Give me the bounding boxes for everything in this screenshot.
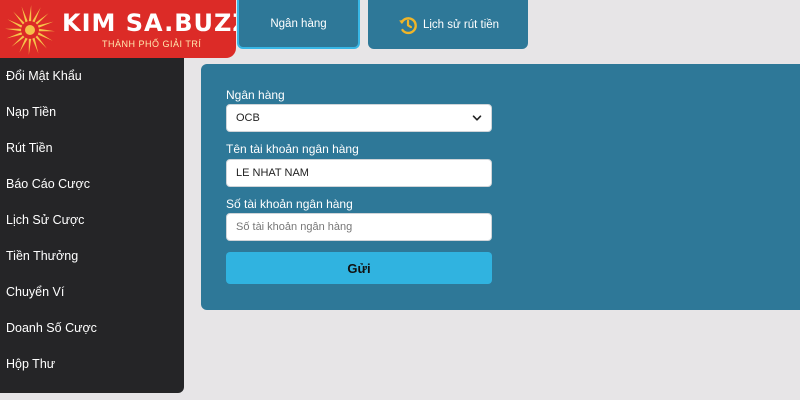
account-name-label: Tên tài khoản ngân hàng	[226, 142, 359, 156]
sidebar-item-change-password[interactable]: Đổi Mật Khẩu	[0, 58, 184, 94]
tab-withdraw-history[interactable]: Lịch sử rút tiền	[368, 0, 528, 49]
tab-bank-label: Ngân hàng	[270, 17, 327, 30]
brand-name: KIM SA.BUZZ	[62, 9, 236, 37]
sidebar-item-bet-history[interactable]: Lịch Sử Cược	[0, 202, 184, 238]
bank-form-panel: Ngân hàng OCB Tên tài khoản ngân hàng LE…	[201, 64, 800, 310]
brand-logo[interactable]: KIM SA.BUZZ THÀNH PHỐ GIẢI TRÍ	[0, 0, 236, 58]
sidebar-item-inbox[interactable]: Hộp Thư	[0, 346, 184, 382]
account-sidebar: Đổi Mật Khẩu Nạp Tiền Rút Tiền Báo Cáo C…	[0, 58, 184, 393]
brand-tagline: THÀNH PHỐ GIẢI TRÍ	[102, 39, 202, 49]
sidebar-item-bet-report[interactable]: Báo Cáo Cược	[0, 166, 184, 202]
tab-bank[interactable]: Ngân hàng	[237, 0, 360, 49]
sidebar-item-deposit[interactable]: Nạp Tiền	[0, 94, 184, 130]
bank-label: Ngân hàng	[226, 88, 285, 102]
chevron-down-icon	[472, 115, 482, 121]
tab-withdraw-history-label: Lịch sử rút tiền	[422, 18, 500, 31]
account-number-label: Số tài khoản ngân hàng	[226, 197, 353, 211]
account-number-input[interactable]: Số tài khoản ngân hàng	[226, 213, 492, 241]
history-clock-icon	[398, 16, 417, 34]
submit-button[interactable]: Gửi	[226, 252, 492, 284]
bank-select-value: OCB	[236, 112, 260, 124]
sunburst-logo-icon	[5, 5, 55, 55]
sidebar-item-bonus[interactable]: Tiền Thưởng	[0, 238, 184, 274]
sidebar-item-bet-turnover[interactable]: Doanh Số Cược	[0, 310, 184, 346]
sidebar-item-wallet-transfer[interactable]: Chuyển Ví	[0, 274, 184, 310]
sidebar-item-withdraw[interactable]: Rút Tiền	[0, 130, 184, 166]
bank-select[interactable]: OCB	[226, 104, 492, 132]
account-name-input[interactable]: LE NHAT NAM	[226, 159, 492, 187]
